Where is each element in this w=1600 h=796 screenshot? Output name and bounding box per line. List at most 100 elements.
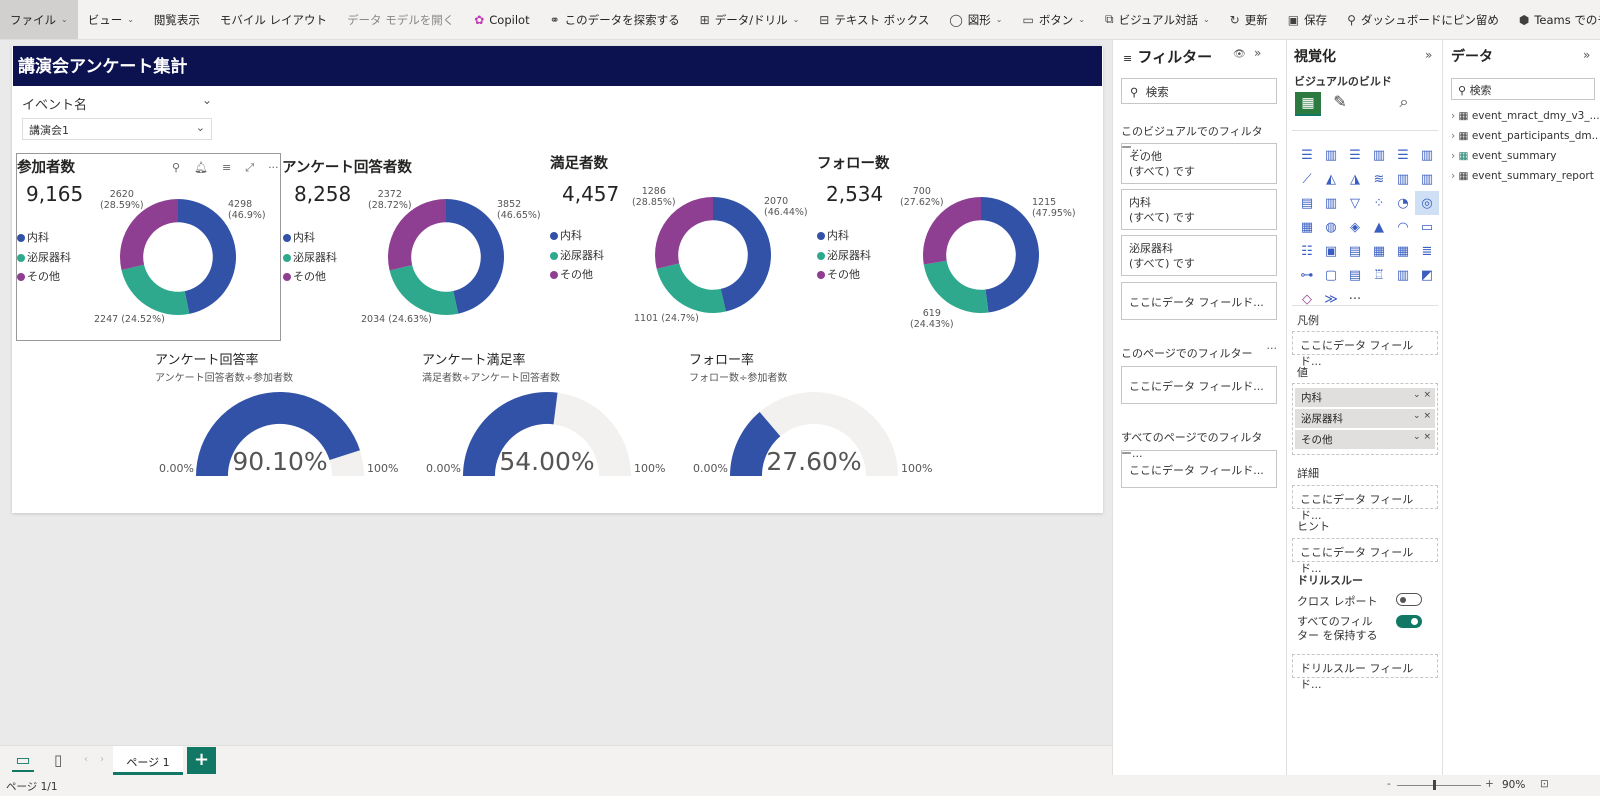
format-visual-tab-icon[interactable]: ✎ [1327, 92, 1353, 116]
table-icon[interactable]: ▦ [1367, 239, 1391, 263]
gauge-chart[interactable]: 27.60% [728, 388, 900, 478]
all-pages-filter-drop-zone[interactable]: ここにデータ フィールド... [1121, 450, 1277, 488]
collapse-data-icon[interactable]: » [1583, 48, 1590, 62]
zoom-out-button[interactable]: - [1387, 778, 1391, 790]
donut-selected-icon[interactable]: ◎ [1415, 191, 1439, 215]
ribbon-item[interactable]: 閲覧表示 [144, 0, 210, 39]
donut-chart[interactable] [649, 191, 777, 319]
treemap-icon[interactable]: ▦ [1295, 215, 1319, 239]
more-visuals-icon[interactable]: ··· [1343, 287, 1367, 311]
ribbon-item[interactable]: ⬢Teams でのチャット [1509, 0, 1600, 39]
gauge-icon[interactable]: ◠ [1391, 215, 1415, 239]
donut-slice-泌尿器科[interactable] [656, 263, 726, 313]
legend-item[interactable]: 内科 [17, 228, 71, 248]
fit-to-page-icon[interactable]: ⊡ [1540, 778, 1549, 790]
azure-map-icon[interactable]: ▲ [1367, 215, 1391, 239]
line-column-icon[interactable]: ▥ [1391, 167, 1415, 191]
value-field[interactable]: 泌尿器科 ⌄ × [1295, 409, 1435, 428]
legend-item[interactable]: その他 [17, 267, 71, 287]
ribbon-item[interactable]: ◯ 図形 ⌄ [939, 0, 1012, 39]
field-controls-icon[interactable]: ⌄ × [1413, 411, 1431, 421]
eye-icon[interactable]: 👁︎ [1233, 49, 1246, 60]
visual-filter-drop-zone[interactable]: ここにデータ フィールド... [1121, 282, 1277, 320]
desktop-layout-icon[interactable]: ▭ [12, 750, 34, 772]
ribbon-item[interactable]: ファイル ⌄ [0, 0, 78, 39]
prev-page-icon[interactable]: ‹ [84, 754, 88, 765]
cross-report-toggle[interactable] [1396, 593, 1422, 606]
ribbon-item[interactable]: ⚭ このデータを探索する [540, 0, 690, 39]
field-controls-icon[interactable]: ⌄ × [1413, 432, 1431, 442]
data-table-item[interactable]: › ▦ event_mract_dmy_v3_... [1451, 110, 1599, 122]
card-icon[interactable]: ▭ [1415, 215, 1439, 239]
slicer-icon[interactable]: ▤ [1343, 239, 1367, 263]
field-controls-icon[interactable]: ⌄ × [1413, 390, 1431, 400]
line-clustered-icon[interactable]: ▥ [1415, 167, 1439, 191]
filter-card[interactable]: その他 (すべて) です [1121, 143, 1277, 184]
filter-card[interactable]: 泌尿器科 (すべて) です [1121, 235, 1277, 276]
legend-item[interactable]: 泌尿器科 [550, 246, 604, 266]
more-options-icon[interactable]: ··· [1267, 342, 1278, 355]
100-bar-icon[interactable]: ☰ [1391, 143, 1415, 167]
donut-slice-内科[interactable] [446, 199, 504, 314]
keep-filters-toggle[interactable] [1396, 615, 1422, 628]
slicer-dropdown[interactable]: 講演会1 ⌄ [22, 118, 212, 140]
multirow-card-icon[interactable]: ☷ [1295, 239, 1319, 263]
power-apps-icon[interactable]: ◩ [1415, 263, 1439, 287]
drillthrough-drop-zone[interactable]: ドリルスルー フィールド... [1292, 654, 1438, 691]
ribbon-item[interactable]: データ モデルを開く [337, 0, 464, 39]
legend-item[interactable]: 泌尿器科 [817, 246, 871, 266]
filter-icon[interactable]: ≡ [222, 161, 231, 175]
data-table-item[interactable]: › ▦ event_summary [1451, 150, 1599, 162]
donut-slice-内科[interactable] [981, 197, 1039, 313]
power-automate-icon[interactable]: ◇ [1295, 287, 1319, 311]
ribbon-item[interactable]: ▭ ボタン ⌄ [1012, 0, 1095, 39]
stacked-area-icon[interactable]: ◮ [1343, 167, 1367, 191]
ribbon-item[interactable]: ビュー ⌄ [78, 0, 144, 39]
analytics-tab-icon[interactable]: ⌕ [1391, 92, 1417, 116]
donut-chart[interactable] [382, 193, 510, 321]
filter-card[interactable]: 内科 (すべて) です [1121, 189, 1277, 230]
ribbon-item[interactable]: ▣ 保存 [1278, 0, 1337, 39]
funnel-icon[interactable]: ▥ [1319, 191, 1343, 215]
legend-drop-zone[interactable]: ここにデータ フィールド... [1292, 331, 1438, 368]
chevron-down-icon[interactable]: ⌄ [202, 93, 212, 107]
focus-mode-icon[interactable]: ⤢ [245, 161, 254, 175]
pie-chart-icon[interactable]: ⁘ [1367, 191, 1391, 215]
clustered-column-icon[interactable]: ▥ [1367, 143, 1391, 167]
scatter-icon[interactable]: ▽ [1343, 191, 1367, 215]
slicer-header[interactable]: イベント名 ⌄ [22, 93, 212, 113]
legend-item[interactable]: その他 [283, 267, 337, 287]
data-search-input[interactable]: ⚲ 検索 [1451, 78, 1595, 100]
details-drop-zone[interactable]: ここにデータ フィールド... [1292, 485, 1438, 522]
tooltips-drop-zone[interactable]: ここにデータ フィールド... [1292, 538, 1438, 575]
tab-page-1[interactable]: ページ 1 [113, 746, 183, 775]
copilot-visual-icon[interactable]: ≫ [1319, 287, 1343, 311]
legend-item[interactable]: その他 [817, 265, 871, 285]
build-visual-tab-icon[interactable]: ▦ [1295, 92, 1321, 116]
ribbon-item[interactable]: ✿ Copilot [464, 0, 539, 39]
goals-icon[interactable]: ♖ [1367, 263, 1391, 287]
ribbon-item[interactable]: ↻ 更新 [1220, 0, 1278, 39]
kpi-icon[interactable]: ▣ [1319, 239, 1343, 263]
map-icon[interactable]: ◍ [1319, 215, 1343, 239]
ribbon-item[interactable]: ⧉ ビジュアル対話 ⌄ [1095, 0, 1220, 39]
data-table-item[interactable]: › ▦ event_summary_report [1451, 170, 1599, 182]
add-page-button[interactable]: + [187, 747, 216, 774]
value-field[interactable]: 内科 ⌄ × [1295, 388, 1435, 407]
more-options-icon[interactable]: ··· [268, 161, 279, 175]
bell-icon[interactable]: 🔔︎ [194, 161, 208, 175]
ribbon-item[interactable]: ⊞ データ/ドリル ⌄ [690, 0, 810, 39]
stacked-column-icon[interactable]: ▥ [1319, 143, 1343, 167]
zoom-slider[interactable] [1397, 785, 1481, 786]
legend-item[interactable]: 泌尿器科 [283, 248, 337, 268]
collapse-viz-icon[interactable]: » [1425, 48, 1432, 62]
ribbon-item[interactable]: ⚲ ダッシュボードにピン留め [1337, 0, 1509, 39]
gauge-chart[interactable]: 90.10% [194, 388, 366, 478]
key-influencers-icon[interactable]: ≣ [1415, 239, 1439, 263]
legend-item[interactable]: 内科 [550, 226, 604, 246]
value-field[interactable]: その他 ⌄ × [1295, 430, 1435, 449]
qa-icon[interactable]: ▢ [1319, 263, 1343, 287]
matrix-icon[interactable]: ▦ [1391, 239, 1415, 263]
legend-item[interactable]: その他 [550, 265, 604, 285]
next-page-icon[interactable]: › [100, 754, 104, 765]
